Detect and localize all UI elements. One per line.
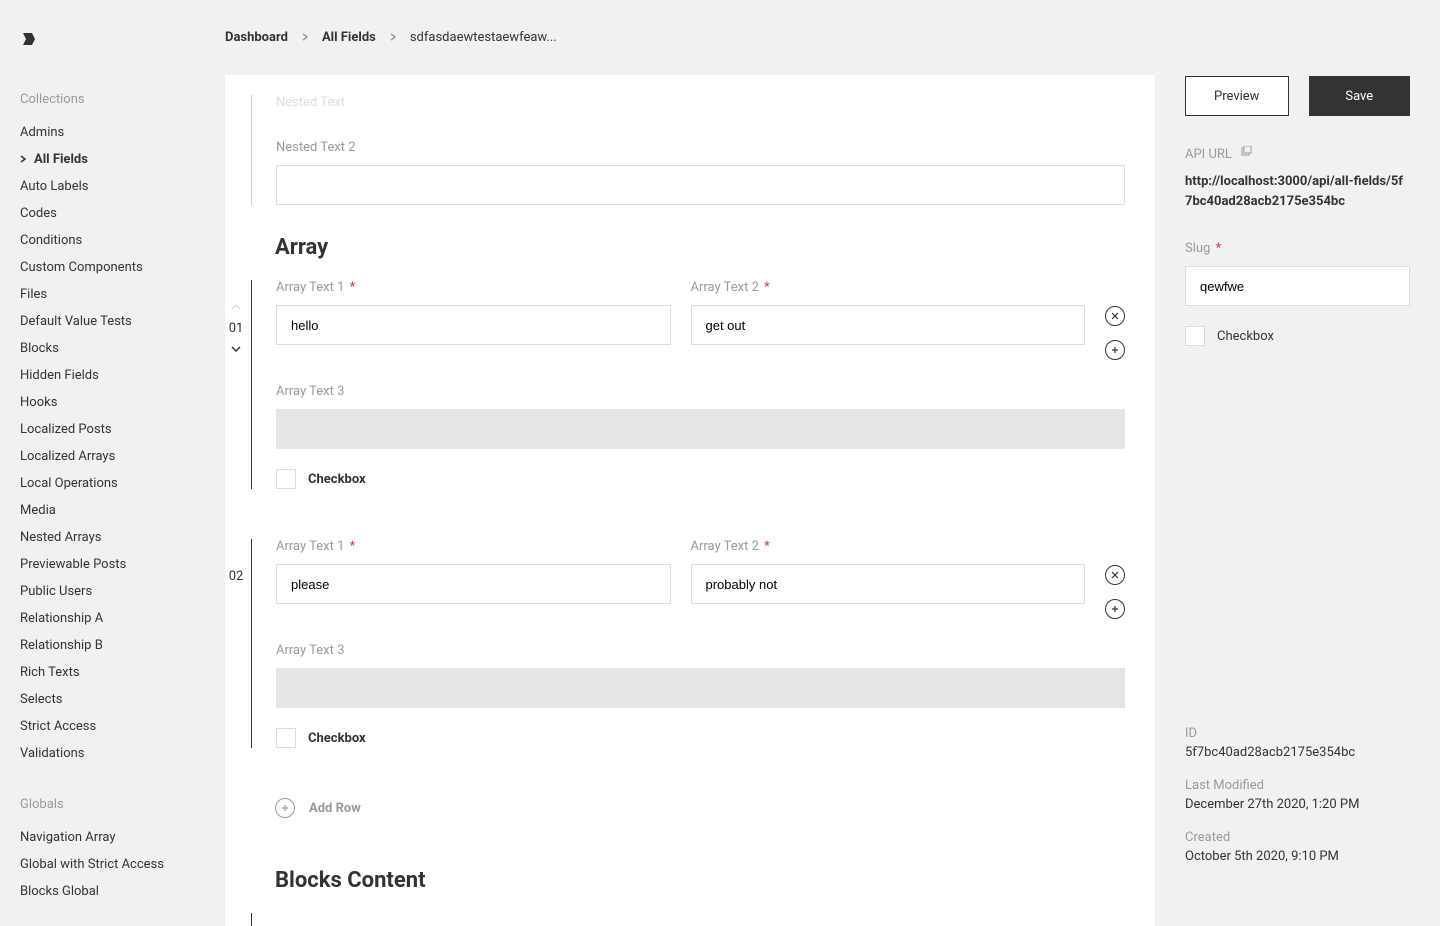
sidebar-item-relationship-b[interactable]: Relationship B [20, 632, 225, 659]
sidebar-item-auto-labels[interactable]: Auto Labels [20, 173, 225, 200]
add-row-button[interactable] [1105, 340, 1125, 360]
sidebar: Collections Admins All Fields Auto Label… [0, 0, 225, 926]
array-text-3-label: Array Text 3 [276, 384, 1125, 399]
last-modified-label: Last Modified [1185, 778, 1410, 793]
array-text-2-label: Array Text 2 * [691, 539, 1086, 554]
sidebar-item-default-value-tests[interactable]: Default Value Tests [20, 308, 225, 335]
remove-row-button[interactable] [1105, 306, 1125, 326]
sidebar-item-nested-arrays[interactable]: Nested Arrays [20, 524, 225, 551]
checkbox-label: Checkbox [308, 472, 366, 487]
preview-button[interactable]: Preview [1185, 76, 1289, 116]
top-bar: Dashboard All Fields sdfasdaewtestaewfea… [225, 0, 1440, 75]
checkbox-input[interactable] [276, 728, 296, 748]
breadcrumb-dashboard[interactable]: Dashboard [225, 30, 288, 45]
sidebar-item-relationship-a[interactable]: Relationship A [20, 605, 225, 632]
last-modified-value: December 27th 2020, 1:20 PM [1185, 797, 1410, 812]
globals-title: Globals [20, 797, 225, 812]
content-panel: Nested Text Nested Text 2 Array [225, 75, 1155, 926]
add-row-button[interactable]: Add Row [275, 798, 1125, 818]
sidebar-item-codes[interactable]: Codes [20, 200, 225, 227]
sidebar-item-files[interactable]: Files [20, 281, 225, 308]
array-row: 01 Array Text 1 * [275, 280, 1125, 489]
sidebar-item-local-operations[interactable]: Local Operations [20, 470, 225, 497]
remove-row-button[interactable] [1105, 565, 1125, 585]
array-text-3-label: Array Text 3 [276, 643, 1125, 658]
breadcrumb-all-fields[interactable]: All Fields [322, 30, 376, 45]
sidebar-item-blocks[interactable]: Blocks [20, 335, 225, 362]
sidebar-item-blocks-global[interactable]: Blocks Global [20, 878, 225, 905]
slug-label: Slug * [1185, 241, 1410, 256]
array-text-2-input[interactable] [691, 305, 1086, 345]
created-label: Created [1185, 830, 1410, 845]
sidebar-item-previewable-posts[interactable]: Previewable Posts [20, 551, 225, 578]
sidebar-item-global-strict-access[interactable]: Global with Strict Access [20, 851, 225, 878]
id-label: ID [1185, 726, 1410, 741]
add-row-button[interactable] [1105, 599, 1125, 619]
array-index-number: 02 [229, 569, 244, 584]
array-row: 02 Array Text 1 * Array Text 2 * [275, 539, 1125, 748]
breadcrumb-current: sdfasdaewtestaewfeaw... [410, 30, 557, 45]
blocks-content-heading: Blocks Content [275, 868, 1125, 893]
sidebar-item-hidden-fields[interactable]: Hidden Fields [20, 362, 225, 389]
array-text-2-label: Array Text 2 * [691, 280, 1086, 295]
sidebar-item-all-fields[interactable]: All Fields [20, 146, 225, 173]
array-text-3-input[interactable] [276, 409, 1125, 449]
breadcrumbs: Dashboard All Fields sdfasdaewtestaewfea… [225, 30, 557, 45]
array-heading: Array [275, 235, 1125, 260]
chevron-down-icon[interactable] [231, 344, 241, 355]
sidebar-item-hooks[interactable]: Hooks [20, 389, 225, 416]
api-url-label: API URL [1185, 147, 1232, 162]
sidebar-item-rich-texts[interactable]: Rich Texts [20, 659, 225, 686]
sidebar-item-conditions[interactable]: Conditions [20, 227, 225, 254]
sidebar-item-admins[interactable]: Admins [20, 119, 225, 146]
nested-text-2-label: Nested Text 2 [276, 140, 1125, 155]
array-text-1-input[interactable] [276, 564, 671, 604]
sidebar-item-navigation-array[interactable]: Navigation Array [20, 824, 225, 851]
copy-icon[interactable] [1240, 146, 1252, 162]
sidebar-item-strict-access[interactable]: Strict Access [20, 713, 225, 740]
collections-title: Collections [20, 92, 225, 107]
api-url-value: http://localhost:3000/api/all-fields/5f7… [1185, 172, 1410, 211]
logo[interactable] [20, 30, 225, 92]
array-text-2-input[interactable] [691, 564, 1086, 604]
add-row-label: Add Row [309, 801, 361, 816]
sidebar-item-custom-components[interactable]: Custom Components [20, 254, 225, 281]
sidebar-item-public-users[interactable]: Public Users [20, 578, 225, 605]
array-index-controls: 01 [225, 280, 251, 489]
chevron-right-icon [302, 31, 308, 44]
sidebar-item-localized-posts[interactable]: Localized Posts [20, 416, 225, 443]
id-value: 5f7bc40ad28acb2175e354bc [1185, 745, 1410, 760]
sidebar-item-media[interactable]: Media [20, 497, 225, 524]
nested-text-2-input[interactable] [276, 165, 1125, 205]
right-panel: Create New Duplicate Delete Preview Save… [1155, 75, 1440, 926]
array-index-controls: 02 [225, 539, 251, 748]
chevron-right-icon [390, 31, 396, 44]
chevron-up-icon[interactable] [231, 302, 241, 313]
created-value: October 5th 2020, 9:10 PM [1185, 849, 1410, 864]
array-text-1-input[interactable] [276, 305, 671, 345]
array-text-1-label: Array Text 1 * [276, 280, 671, 295]
array-index-number: 01 [229, 321, 244, 336]
save-button[interactable]: Save [1309, 76, 1411, 116]
sidebar-item-selects[interactable]: Selects [20, 686, 225, 713]
chevron-right-icon [20, 152, 28, 167]
sidebar-item-validations[interactable]: Validations [20, 740, 225, 767]
checkbox-label: Checkbox [1217, 329, 1274, 344]
plus-icon [275, 798, 295, 818]
checkbox-input[interactable] [276, 469, 296, 489]
slug-input[interactable] [1185, 266, 1410, 306]
array-text-3-input[interactable] [276, 668, 1125, 708]
checkbox-label: Checkbox [308, 731, 366, 746]
checkbox-input[interactable] [1185, 326, 1205, 346]
array-text-1-label: Array Text 1 * [276, 539, 671, 554]
sidebar-item-localized-arrays[interactable]: Localized Arrays [20, 443, 225, 470]
nested-text-label: Nested Text [276, 95, 1125, 110]
